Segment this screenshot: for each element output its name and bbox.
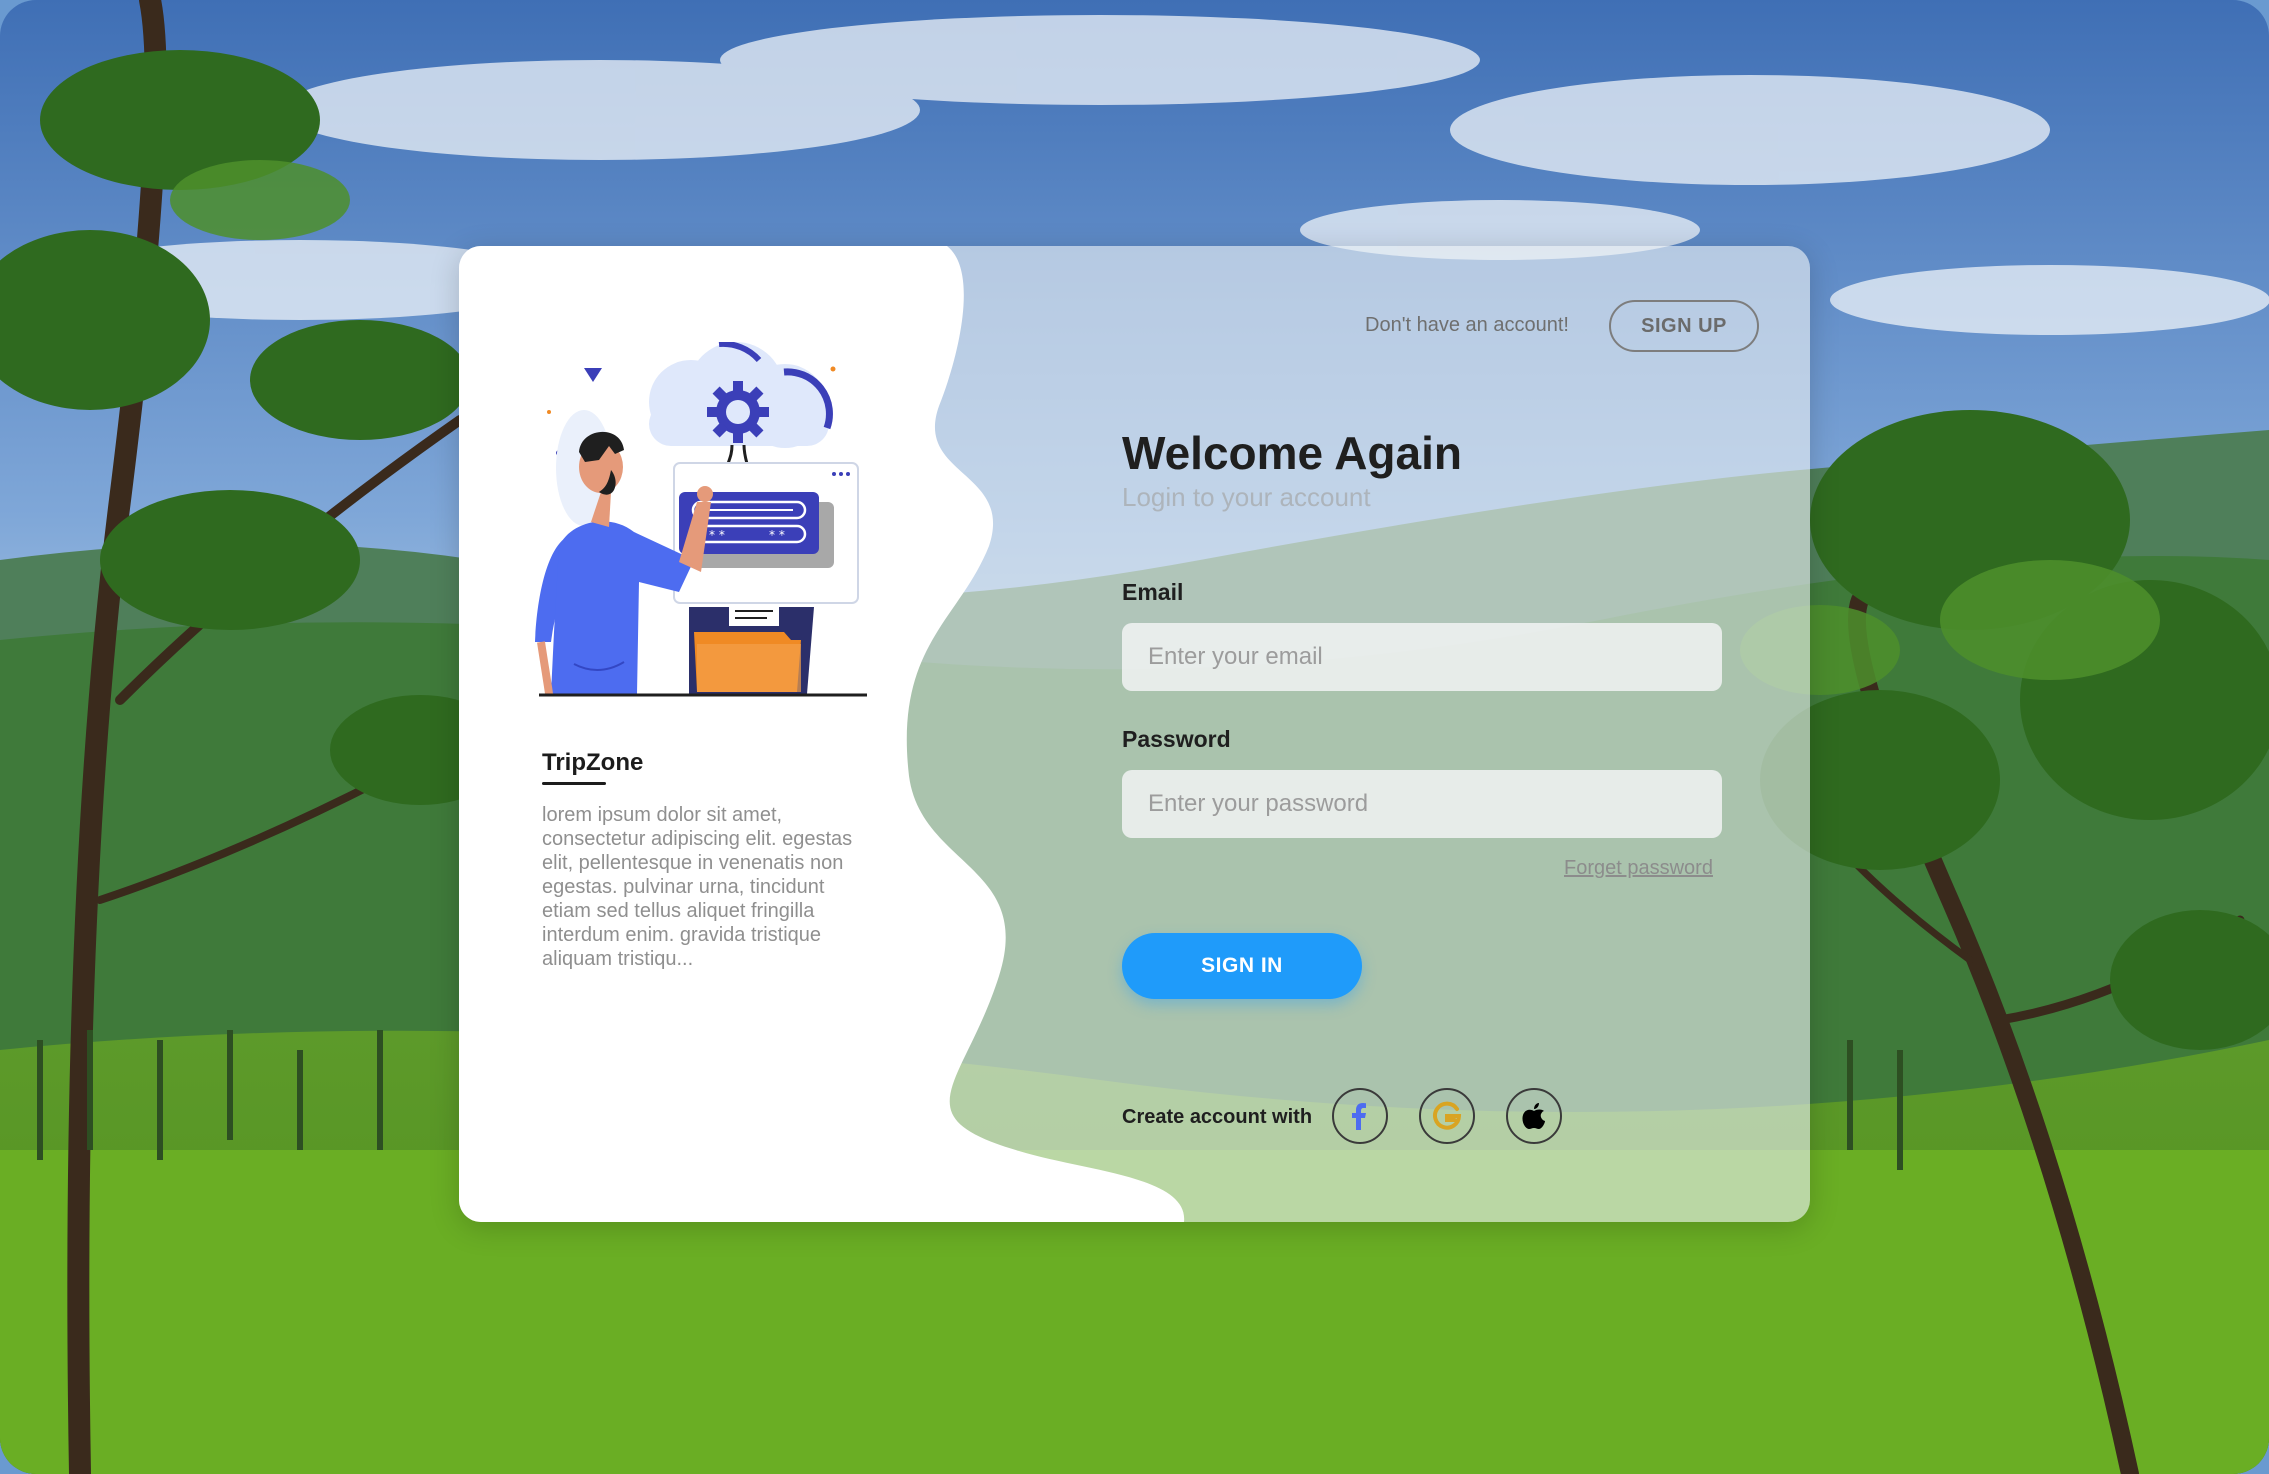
brand-description: lorem ipsum dolor sit amet, consectetur … [542, 804, 853, 970]
email-label: Email [1122, 579, 1184, 605]
no-account-text: Don't have an account! [1365, 314, 1569, 336]
brand-underline [542, 782, 606, 785]
facebook-button[interactable] [1332, 1088, 1388, 1144]
create-account-label: Create account with [1122, 1106, 1313, 1128]
facebook-icon [1352, 1103, 1366, 1130]
google-icon [1433, 1101, 1462, 1130]
signup-button[interactable]: SIGN UP [1609, 300, 1759, 352]
apple-icon [1522, 1103, 1545, 1129]
apple-button[interactable] [1506, 1088, 1562, 1144]
svg-text:* *: * * [709, 528, 725, 542]
svg-text:* *: * * [769, 528, 785, 542]
login-card: * * * * TripZone lorem ipsum dolor sit a… [459, 246, 1810, 1222]
password-label: Password [1122, 726, 1231, 752]
sign-in-button[interactable]: SIGN IN [1122, 933, 1362, 999]
password-field[interactable] [1122, 770, 1722, 838]
brand-name: TripZone [542, 749, 644, 776]
page-subtitle: Login to your account [1122, 482, 1371, 512]
forget-password-link[interactable]: Forget password [1564, 857, 1713, 880]
google-button[interactable] [1419, 1088, 1475, 1144]
login-illustration: * * * * [535, 342, 867, 697]
page-title: Welcome Again [1122, 427, 1462, 479]
email-field[interactable] [1122, 623, 1722, 691]
